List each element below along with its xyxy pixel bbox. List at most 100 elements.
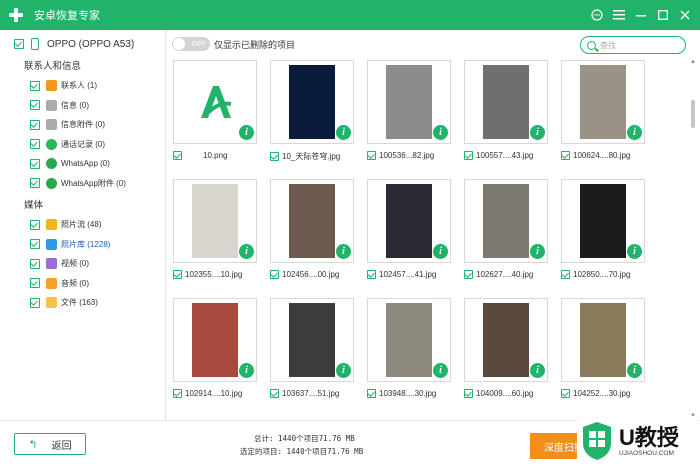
photo-preview	[192, 303, 238, 377]
item-checkbox[interactable]	[561, 270, 570, 279]
chat-icon[interactable]	[590, 8, 604, 22]
search-box[interactable]	[580, 36, 686, 54]
item-checkbox[interactable]	[30, 80, 40, 91]
thumbnail-image[interactable]: i	[270, 60, 354, 144]
thumbnail-image[interactable]: i	[367, 60, 451, 144]
info-icon[interactable]: i	[336, 125, 351, 140]
thumbnail-item[interactable]: i 102456....00.jpg	[264, 177, 354, 287]
selected-text: 选定的项目: 1440个项目71.76 MB	[240, 447, 364, 456]
sidebar-item-video[interactable]: 视频 (0)	[0, 254, 165, 274]
item-checkbox[interactable]	[173, 151, 182, 160]
item-checkbox[interactable]	[270, 152, 279, 161]
deleted-only-toggle[interactable]: OFF	[172, 37, 210, 51]
thumbnail-image[interactable]: i	[173, 179, 257, 263]
sidebar-item-messages[interactable]: 信息 (0)	[0, 96, 165, 116]
item-checkbox[interactable]	[30, 119, 40, 130]
thumbnail-item[interactable]: i 102914....10.jpg	[167, 296, 257, 406]
thumbnail-item[interactable]: i 102457....41.jpg	[361, 177, 451, 287]
info-icon[interactable]: i	[433, 244, 448, 259]
thumbnail-image[interactable]: i	[367, 179, 451, 263]
item-checkbox[interactable]	[173, 389, 182, 398]
info-icon[interactable]: i	[336, 363, 351, 378]
thumbnail-item[interactable]: i 104252....30.jpg	[555, 296, 645, 406]
info-icon[interactable]: i	[239, 125, 254, 140]
item-checkbox[interactable]	[270, 389, 279, 398]
thumbnail-item[interactable]: i 100557....43.jpg	[458, 58, 548, 168]
thumbnail-item[interactable]: i 10.png	[167, 58, 257, 168]
sidebar-item-message-attachments[interactable]: 信息附件 (0)	[0, 115, 165, 135]
device-checkbox[interactable]	[14, 39, 24, 49]
thumbnail-image[interactable]: i	[270, 298, 354, 382]
scroll-thumb[interactable]	[691, 100, 695, 128]
thumbnail-item[interactable]: i 102850....70.jpg	[555, 177, 645, 287]
thumbnail-item[interactable]: i 104009....60.jpg	[458, 296, 548, 406]
item-checkbox[interactable]	[464, 270, 473, 279]
close-icon[interactable]	[678, 8, 692, 22]
scrollbar[interactable]: ▲ ▼	[689, 58, 697, 420]
item-checkbox[interactable]	[561, 151, 570, 160]
item-checkbox[interactable]	[30, 278, 40, 289]
info-icon[interactable]: i	[530, 244, 545, 259]
menu-icon[interactable]	[612, 8, 626, 22]
thumbnail-image[interactable]: i	[367, 298, 451, 382]
item-checkbox[interactable]	[367, 270, 376, 279]
maximize-icon[interactable]	[656, 8, 670, 22]
item-checkbox[interactable]	[173, 270, 182, 279]
sidebar-item-call-log[interactable]: 通话记录 (0)	[0, 135, 165, 155]
info-icon[interactable]: i	[433, 125, 448, 140]
info-icon[interactable]: i	[530, 125, 545, 140]
photo-preview	[289, 65, 335, 139]
thumbnail-item[interactable]: i 103948....30.jpg	[361, 296, 451, 406]
sidebar-item-photo-library[interactable]: 照片库 (1228)	[0, 235, 165, 255]
info-icon[interactable]: i	[627, 363, 642, 378]
thumbnail-item[interactable]: i 100536...82.jpg	[361, 58, 451, 168]
item-checkbox[interactable]	[30, 178, 40, 189]
photo-preview	[386, 65, 432, 139]
sidebar-item-audio[interactable]: 音频 (0)	[0, 274, 165, 294]
item-checkbox[interactable]	[30, 297, 40, 308]
thumbnail-image[interactable]: i	[173, 60, 257, 144]
scroll-up-icon[interactable]: ▲	[689, 58, 697, 66]
info-icon[interactable]: i	[336, 244, 351, 259]
thumbnail-image[interactable]: i	[561, 179, 645, 263]
info-icon[interactable]: i	[239, 244, 254, 259]
thumbnail-image[interactable]: i	[270, 179, 354, 263]
info-icon[interactable]: i	[627, 125, 642, 140]
sidebar-item-whatsapp[interactable]: WhatsApp (0)	[0, 154, 165, 174]
item-checkbox[interactable]	[30, 100, 40, 111]
device-row[interactable]: OPPO (OPPO A53)	[0, 30, 165, 58]
item-checkbox[interactable]	[464, 151, 473, 160]
thumbnail-item[interactable]: i 100624....80.jpg	[555, 58, 645, 168]
minimize-icon[interactable]	[634, 8, 648, 22]
item-checkbox[interactable]	[561, 389, 570, 398]
thumbnail-item[interactable]: i 102355....10.jpg	[167, 177, 257, 287]
sidebar-item-whatsapp-attachments[interactable]: WhatsApp附件 (0)	[0, 174, 165, 194]
thumbnail-image[interactable]: i	[173, 298, 257, 382]
item-checkbox[interactable]	[30, 158, 40, 169]
item-checkbox[interactable]	[367, 389, 376, 398]
thumbnail-item[interactable]: i 102627....40.jpg	[458, 177, 548, 287]
sidebar-item-contacts[interactable]: 联系人 (1)	[0, 76, 165, 96]
thumbnail-image[interactable]: i	[464, 179, 548, 263]
back-button[interactable]: ↰ 返回	[14, 433, 86, 455]
thumbnail-image[interactable]: i	[464, 298, 548, 382]
item-checkbox[interactable]	[30, 139, 40, 150]
thumbnail-image[interactable]: i	[464, 60, 548, 144]
item-checkbox[interactable]	[464, 389, 473, 398]
info-icon[interactable]: i	[627, 244, 642, 259]
search-input[interactable]	[600, 40, 680, 50]
item-checkbox[interactable]	[30, 239, 40, 250]
item-checkbox[interactable]	[30, 219, 40, 230]
thumbnail-image[interactable]: i	[561, 60, 645, 144]
sidebar-item-files[interactable]: 文件 (163)	[0, 293, 165, 313]
info-icon[interactable]: i	[530, 363, 545, 378]
info-icon[interactable]: i	[433, 363, 448, 378]
item-checkbox[interactable]	[367, 151, 376, 160]
info-icon[interactable]: i	[239, 363, 254, 378]
thumbnail-image[interactable]: i	[561, 298, 645, 382]
thumbnail-item[interactable]: i 10_天际苍穹.jpg	[264, 58, 354, 168]
sidebar-item-photo-stream[interactable]: 照片流 (48)	[0, 215, 165, 235]
item-checkbox[interactable]	[270, 270, 279, 279]
item-checkbox[interactable]	[30, 258, 40, 269]
thumbnail-item[interactable]: i 103637....51.jpg	[264, 296, 354, 406]
